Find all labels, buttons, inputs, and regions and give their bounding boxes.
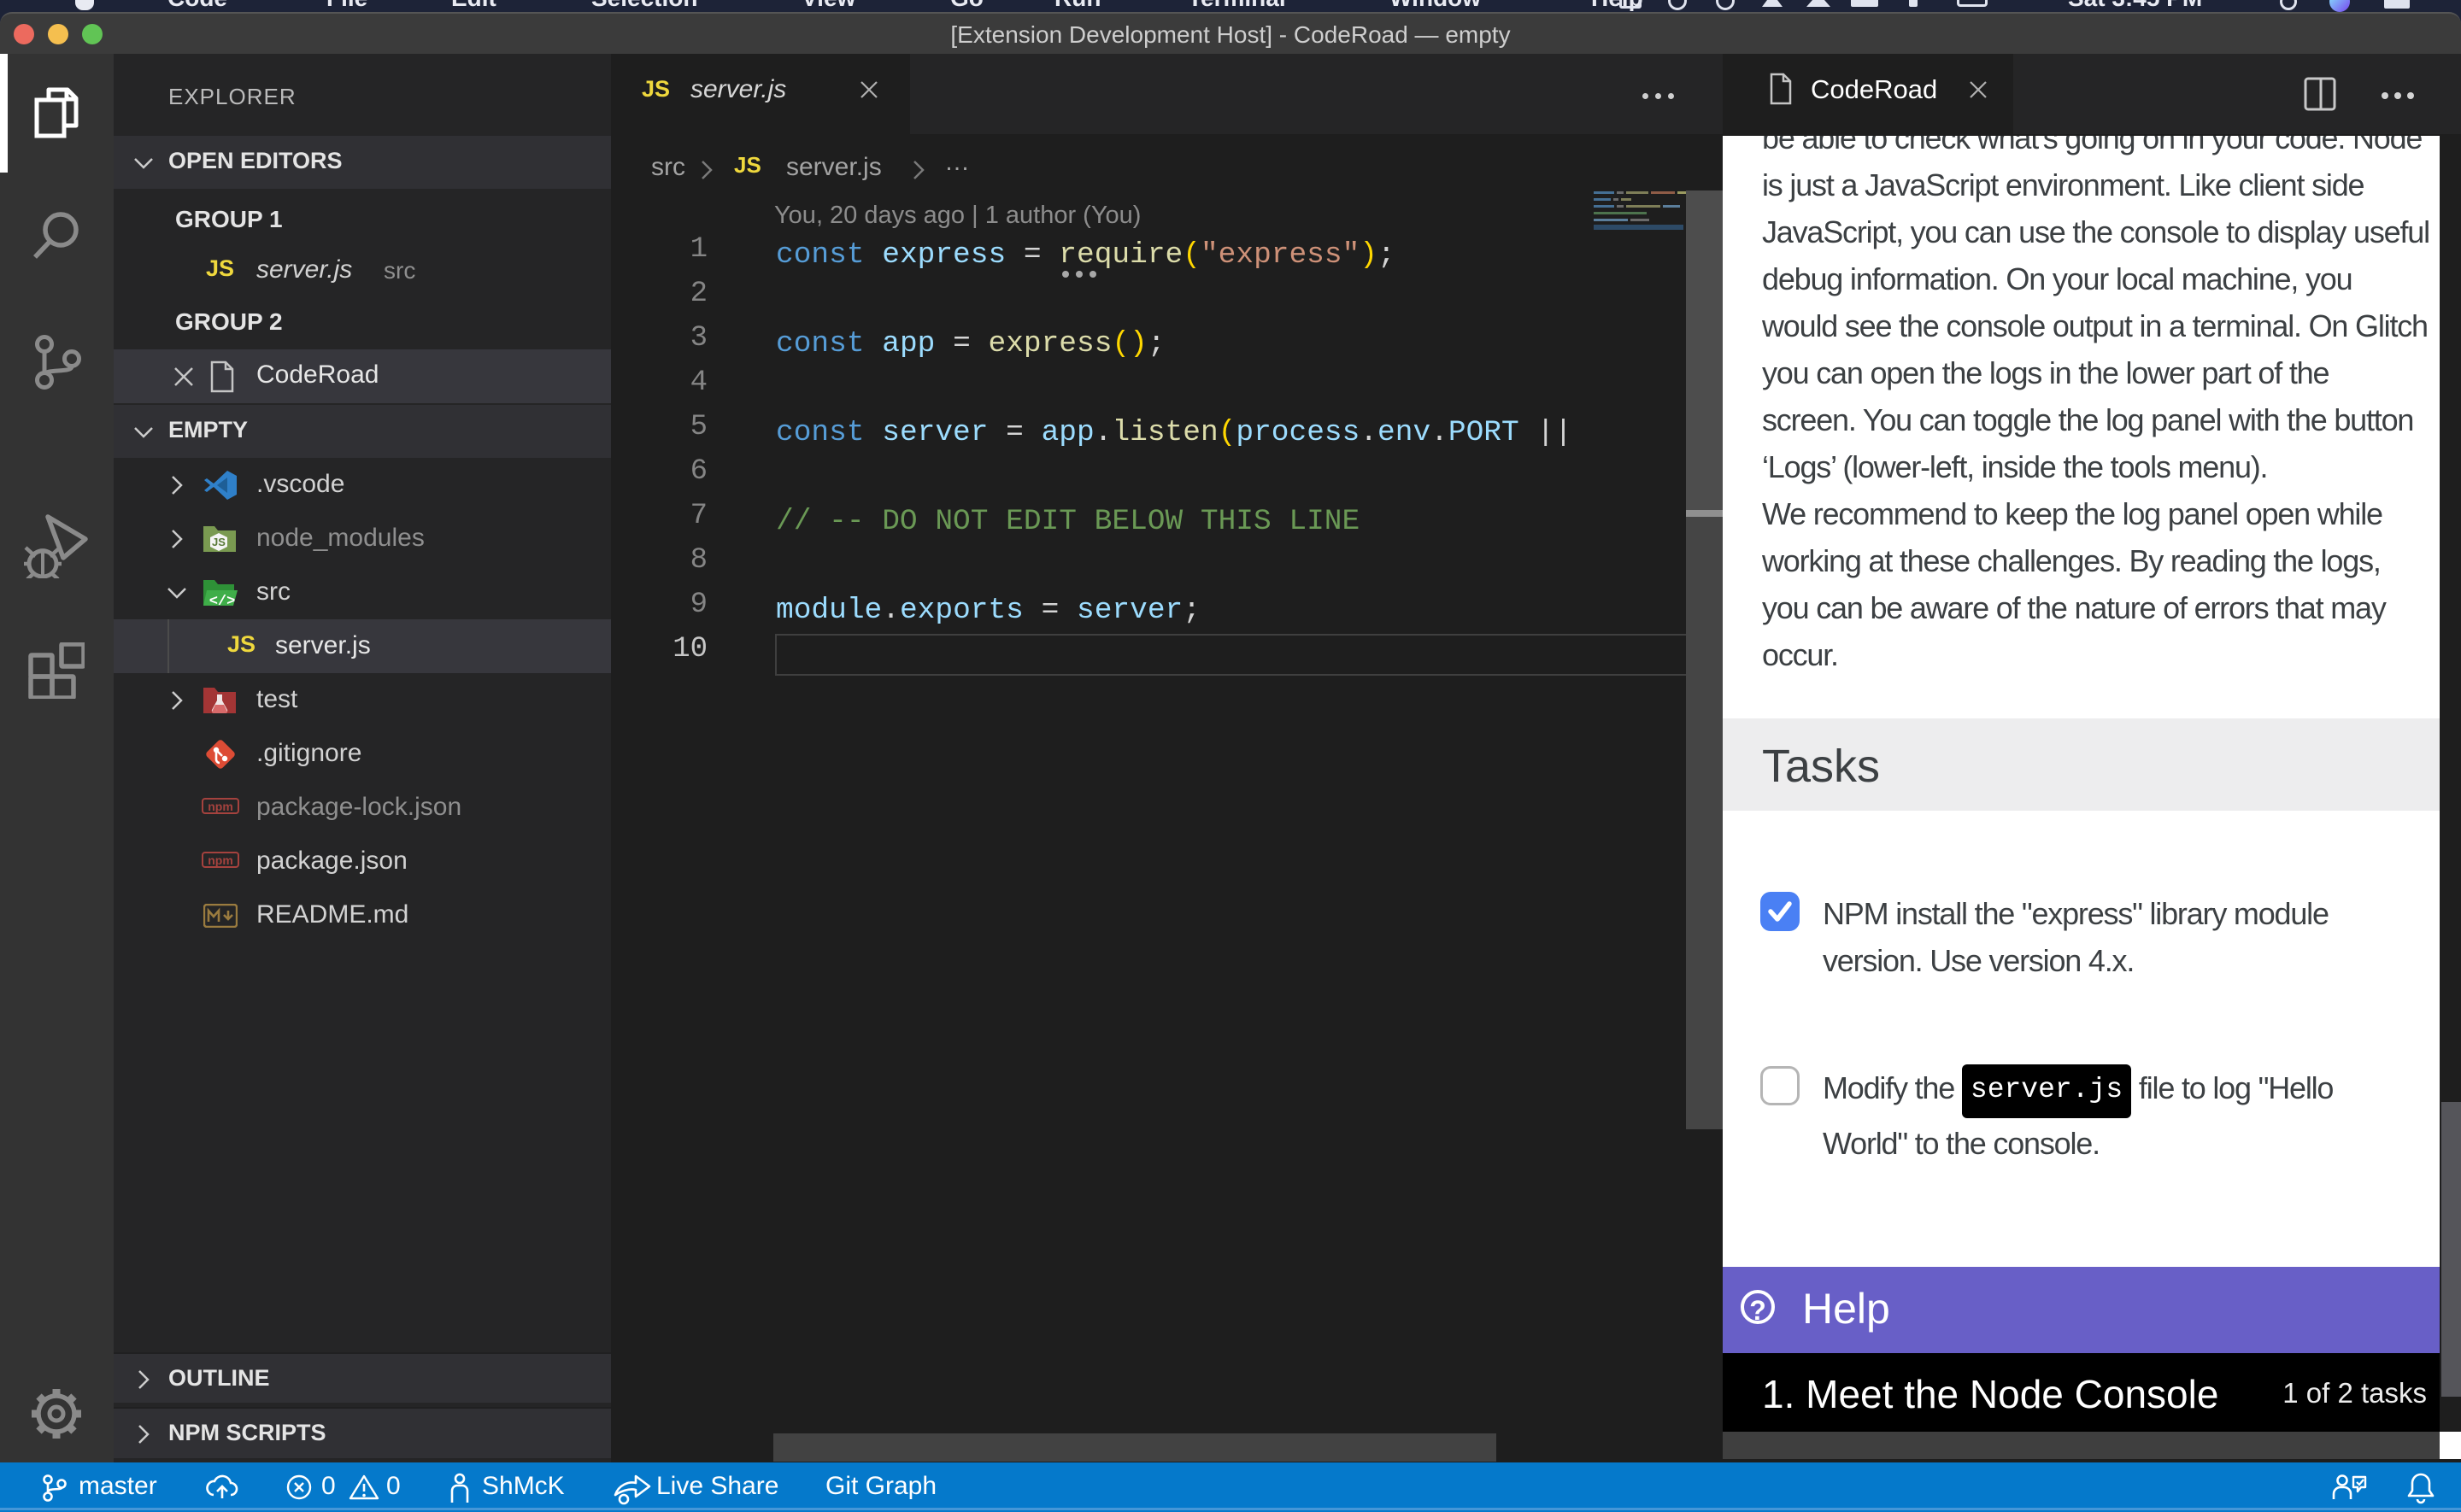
svg-text:</>: </> xyxy=(209,594,236,609)
svg-text:npm: npm xyxy=(208,853,233,867)
svg-text:JS: JS xyxy=(212,536,226,548)
svg-text:npm: npm xyxy=(208,800,233,813)
